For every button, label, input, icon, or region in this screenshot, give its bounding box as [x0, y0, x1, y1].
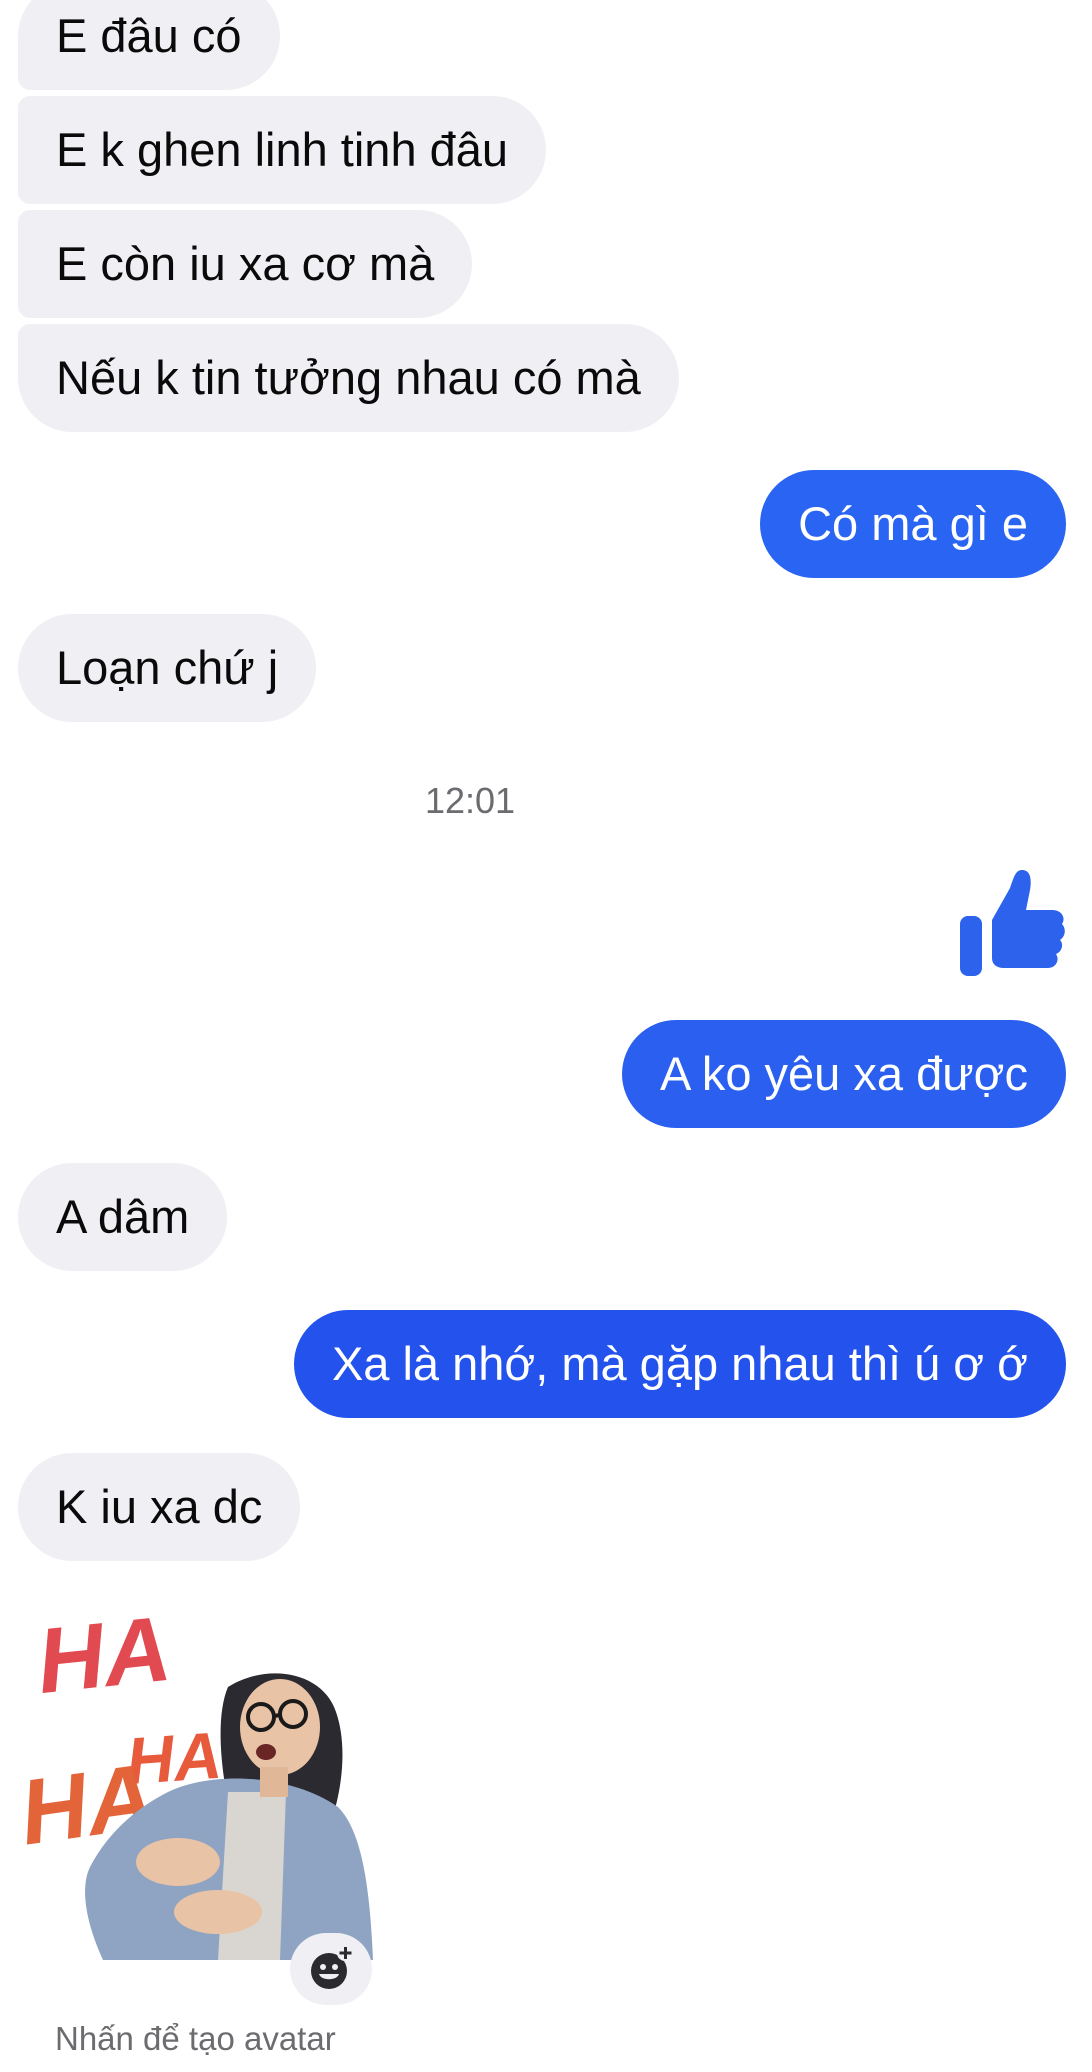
message-text: E đâu có [56, 9, 242, 62]
thumbs-up-icon[interactable] [958, 868, 1066, 978]
incoming-message[interactable]: Nếu k tin tưởng nhau có mà [18, 324, 679, 432]
incoming-message[interactable]: E k ghen linh tinh đâu [18, 96, 547, 204]
message-text: Có mà gì e [798, 497, 1028, 550]
incoming-message[interactable]: E còn iu xa cơ mà [18, 210, 473, 318]
message-text: A ko yêu xa được [660, 1047, 1028, 1100]
incoming-message[interactable]: A dâm [18, 1163, 228, 1271]
message-text: E còn iu xa cơ mà [56, 237, 435, 290]
create-avatar-button[interactable] [290, 1933, 372, 2005]
emoji-add-icon [311, 1945, 353, 1989]
outgoing-message[interactable]: Có mà gì e [760, 470, 1066, 578]
outgoing-message[interactable]: A ko yêu xa được [622, 1020, 1066, 1128]
message-text: K iu xa dc [56, 1480, 263, 1533]
message-text: Xa là nhớ, mà gặp nhau thì ú ơ ớ [331, 1337, 1028, 1390]
incoming-message[interactable]: Loạn chứ j [18, 614, 317, 722]
message-text: A dâm [56, 1190, 190, 1243]
create-avatar-link[interactable]: Nhấn để tạo avatar [55, 2020, 336, 2058]
sticker-text: HA [32, 1598, 175, 1713]
avatar-sticker[interactable]: HA HA HA [14, 1592, 378, 1962]
outgoing-message[interactable]: Xa là nhớ, mà gặp nhau thì ú ơ ớ [293, 1310, 1066, 1418]
message-timestamp: 12:01 [424, 780, 516, 821]
incoming-message[interactable]: E đâu có [18, 0, 280, 90]
message-text: Loạn chứ j [56, 641, 279, 694]
message-text: E k ghen linh tinh đâu [56, 123, 509, 176]
incoming-message[interactable]: K iu xa dc [18, 1453, 301, 1561]
message-text: Nếu k tin tưởng nhau có mà [56, 351, 641, 404]
